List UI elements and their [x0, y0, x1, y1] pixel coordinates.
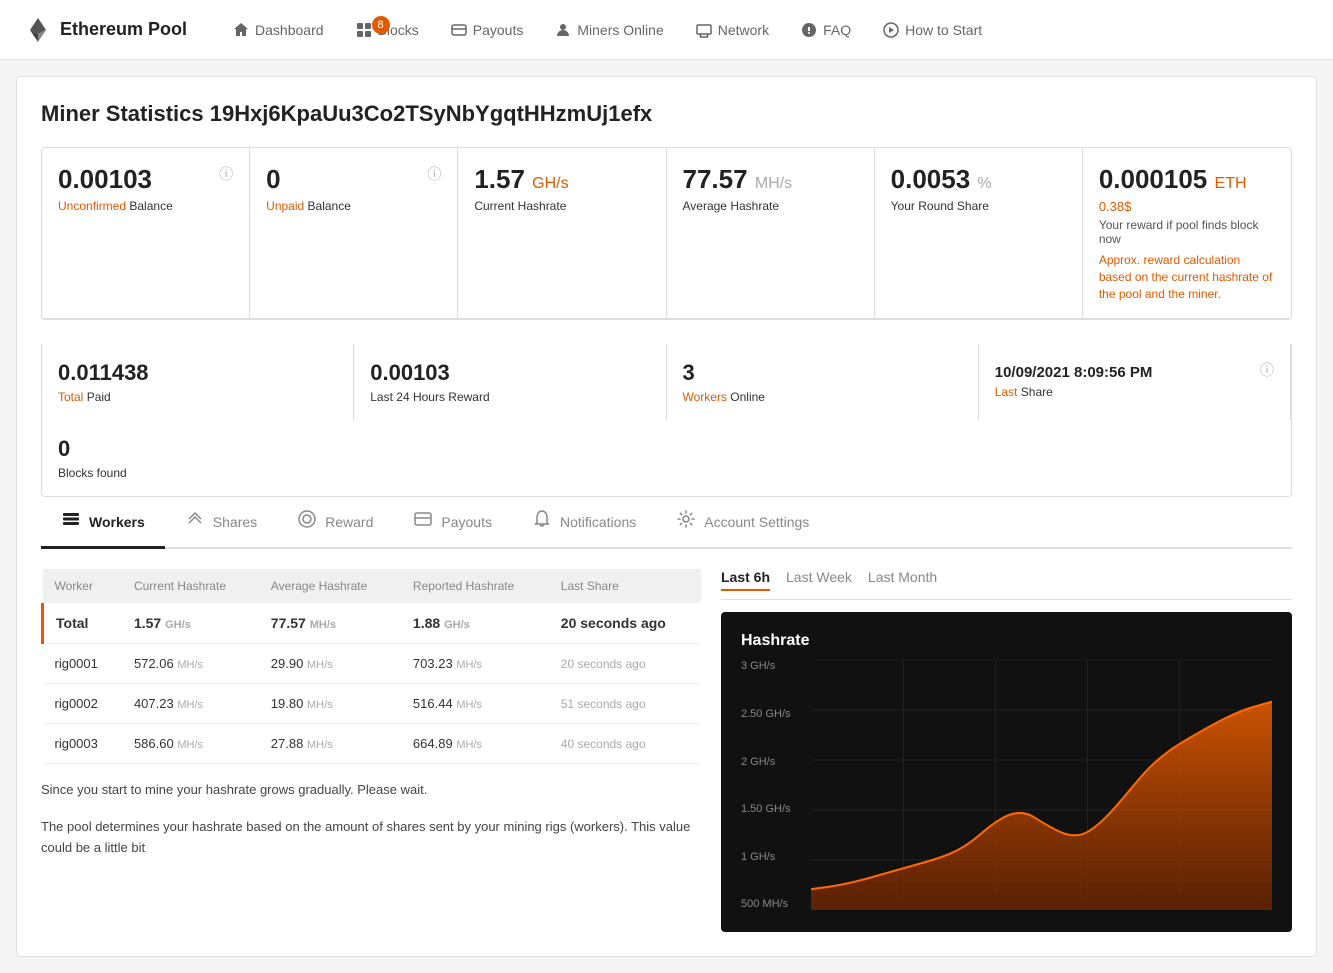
workers-section: Worker Current Hashrate Average Hashrate…: [41, 569, 701, 932]
content-area: Worker Current Hashrate Average Hashrate…: [41, 569, 1292, 932]
total-current-hashrate: 1.57 GH/s: [122, 603, 259, 644]
chart-tab-lastmonth[interactable]: Last Month: [868, 569, 937, 591]
note-2: The pool determines your hashrate based …: [41, 817, 701, 859]
stat-last24h-reward: 0.00103 Last 24 Hours Reward: [354, 344, 666, 420]
hashrate-svg: [811, 660, 1272, 910]
col-last-share: Last Share: [549, 569, 701, 603]
stat-current-hashrate: 1.57 GH/s Current Hashrate: [458, 148, 666, 319]
tab-reward[interactable]: Reward: [277, 497, 393, 549]
nav-item-how-to-start[interactable]: How to Start: [869, 14, 996, 46]
table-header-row: Worker Current Hashrate Average Hashrate…: [43, 569, 702, 603]
tab-shares[interactable]: Shares: [165, 497, 277, 549]
hashrate-chart: Hashrate 3 GH/s 2.50 GH/s 2 GH/s 1.50 GH…: [721, 612, 1292, 932]
stat-round-share: 0.0053 % Your Round Share: [875, 148, 1083, 319]
tab-notifications[interactable]: Notifications: [512, 497, 656, 549]
stat-unpaid-balance: ⓘ 0 Unpaid Balance: [250, 148, 458, 319]
tab-payouts[interactable]: Payouts: [393, 497, 512, 549]
page-title: Miner Statistics 19Hxj6KpaUu3Co2TSyNbYgq…: [41, 101, 1292, 127]
main-nav: Dashboard Blocks 8 Payouts Miners Online…: [219, 14, 1309, 46]
note-1: Since you start to mine your hashrate gr…: [41, 780, 701, 801]
miners-icon: [555, 22, 571, 38]
table-row: rig0002 407.23 MH/s 19.80 MH/s 516.44 MH…: [43, 684, 702, 724]
col-worker: Worker: [43, 569, 122, 603]
rig0002-reported: 516.44 MH/s: [401, 684, 549, 724]
info-icon-3[interactable]: ⓘ: [1260, 360, 1274, 380]
rig0003-current: 586.60 MH/s: [122, 724, 259, 764]
section-tabs: Workers Shares Reward Payouts: [41, 497, 1292, 549]
main-content: Miner Statistics 19Hxj6KpaUu3Co2TSyNbYgq…: [16, 76, 1317, 957]
info-icon-1[interactable]: ⓘ: [219, 164, 233, 184]
info-icon-2[interactable]: ⓘ: [427, 164, 441, 184]
total-reported-hashrate: 1.88 GH/s: [401, 603, 549, 644]
chart-area: 3 GH/s 2.50 GH/s 2 GH/s 1.50 GH/s 1 GH/s…: [741, 660, 1272, 910]
bell-icon: [532, 509, 552, 534]
ethereum-icon: [24, 16, 52, 44]
chart-y-labels: 3 GH/s 2.50 GH/s 2 GH/s 1.50 GH/s 1 GH/s…: [741, 660, 811, 910]
rig0002-current: 407.23 MH/s: [122, 684, 259, 724]
total-worker-name: Total: [43, 603, 122, 644]
blocks-badge: 8: [372, 16, 390, 34]
rig0003-reported: 664.89 MH/s: [401, 724, 549, 764]
rig0002-average: 19.80 MH/s: [259, 684, 401, 724]
rig0003-last-share: 40 seconds ago: [549, 724, 701, 764]
shares-icon: [185, 509, 205, 534]
nav-item-payouts[interactable]: Payouts: [437, 14, 538, 46]
table-row: rig0001 572.06 MH/s 29.90 MH/s 703.23 MH…: [43, 644, 702, 684]
total-average-hashrate: 77.57 MH/s: [259, 603, 401, 644]
table-row: rig0003 586.60 MH/s 27.88 MH/s 664.89 MH…: [43, 724, 702, 764]
stat-workers-online: 3 Workers Online: [667, 344, 979, 420]
reward-icon: [297, 509, 317, 534]
stat-average-hashrate: 77.57 MH/s Average Hashrate: [667, 148, 875, 319]
col-average-hashrate: Average Hashrate: [259, 569, 401, 603]
nav-item-miners-online[interactable]: Miners Online: [541, 14, 677, 46]
rig0003-name: rig0003: [43, 724, 122, 764]
total-last-share: 20 seconds ago: [549, 603, 701, 644]
chart-tab-lastweek[interactable]: Last Week: [786, 569, 852, 591]
faq-icon: [801, 22, 817, 38]
payouts-icon: [451, 22, 467, 38]
header: Ethereum Pool Dashboard Blocks 8 Payouts…: [0, 0, 1333, 60]
table-row-total: Total 1.57 GH/s 77.57 MH/s 1.88 GH/s: [43, 603, 702, 644]
nav-item-network[interactable]: Network: [682, 14, 783, 46]
logo-text: Ethereum Pool: [60, 19, 187, 40]
stat-last-share: ⓘ 10/09/2021 8:09:56 PM Last Share: [979, 344, 1291, 420]
nav-item-dashboard[interactable]: Dashboard: [219, 14, 338, 46]
tab-account-settings[interactable]: Account Settings: [656, 497, 829, 549]
stats-grid-row2: 0.011438 Total Paid 0.00103 Last 24 Hour…: [41, 344, 1292, 497]
rig0001-current: 572.06 MH/s: [122, 644, 259, 684]
rig0001-average: 29.90 MH/s: [259, 644, 401, 684]
gear-icon: [676, 509, 696, 534]
layers-icon: [61, 509, 81, 534]
workers-table: Worker Current Hashrate Average Hashrate…: [41, 569, 701, 764]
col-current-hashrate: Current Hashrate: [122, 569, 259, 603]
stat-unconfirmed-balance: ⓘ 0.00103 Unconfirmed Balance: [42, 148, 250, 319]
blocks-icon: [356, 22, 372, 38]
rig0003-average: 27.88 MH/s: [259, 724, 401, 764]
network-icon: [696, 22, 712, 38]
stat-eth-reward: 0.000105 ETH 0.38$ Your reward if pool f…: [1083, 148, 1291, 319]
rig0002-last-share: 51 seconds ago: [549, 684, 701, 724]
nav-item-blocks[interactable]: Blocks 8: [342, 14, 433, 46]
stat-blocks-found: 0 Blocks found: [42, 420, 354, 496]
chart-tab-last6h[interactable]: Last 6h: [721, 569, 770, 591]
rig0001-last-share: 20 seconds ago: [549, 644, 701, 684]
rig0002-name: rig0002: [43, 684, 122, 724]
nav-item-faq[interactable]: FAQ: [787, 14, 865, 46]
chart-title: Hashrate: [741, 632, 1272, 650]
tab-payouts-icon: [413, 509, 433, 534]
col-reported-hashrate: Reported Hashrate: [401, 569, 549, 603]
how-to-start-icon: [883, 22, 899, 38]
rig0001-reported: 703.23 MH/s: [401, 644, 549, 684]
logo: Ethereum Pool: [24, 16, 187, 44]
chart-tabs: Last 6h Last Week Last Month: [721, 569, 1292, 600]
home-icon: [233, 22, 249, 38]
chart-section: Last 6h Last Week Last Month Hashrate 3 …: [721, 569, 1292, 932]
stats-grid-row1: ⓘ 0.00103 Unconfirmed Balance ⓘ 0 Unpaid…: [41, 147, 1292, 320]
stat-total-paid: 0.011438 Total Paid: [42, 344, 354, 420]
chart-svg-container: [811, 660, 1272, 910]
tab-workers[interactable]: Workers: [41, 497, 165, 549]
rig0001-name: rig0001: [43, 644, 122, 684]
